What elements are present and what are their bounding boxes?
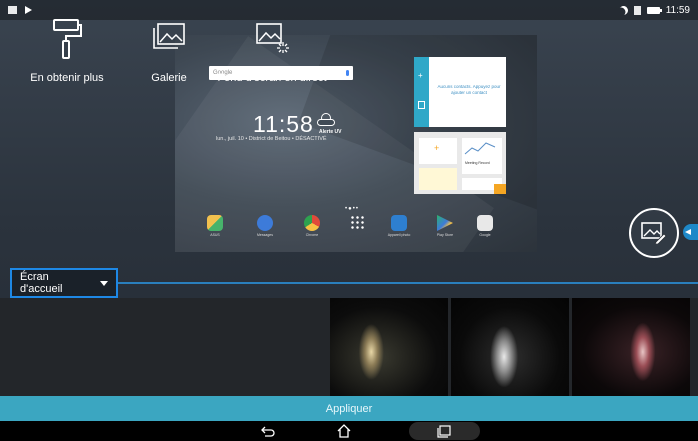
gallery-option[interactable]: Galerie xyxy=(139,0,199,98)
recent-apps-button[interactable] xyxy=(409,421,479,441)
status-time: 11:59 xyxy=(665,4,690,16)
wallpaper-picker-screen: 11:59 Google 11:58 Alerte UV lun., juil.… xyxy=(0,0,698,441)
contact-card-icon xyxy=(418,101,425,109)
app-messages: Messages xyxy=(250,215,280,237)
get-more-option[interactable]: En obtenir plus xyxy=(22,0,112,98)
do-not-disturb-icon xyxy=(617,4,629,16)
wallpaper-thumbnail-gold[interactable] xyxy=(330,298,448,396)
get-more-label: En obtenir plus xyxy=(30,72,104,84)
image-notification-icon xyxy=(8,6,17,14)
sim-icon xyxy=(633,5,641,15)
app-dock: ASUS Messages Chrome Appareil photo Play… xyxy=(200,215,500,247)
screen-target-dropdown[interactable]: Écran d'accueil xyxy=(10,268,118,298)
weather-alert: Alerte UV xyxy=(319,129,342,135)
gallery-icon xyxy=(153,23,185,49)
date-line: lun., juil. 10 • District de Beitou • DÉ… xyxy=(216,136,327,142)
app-play-store: Play Store xyxy=(430,215,460,237)
navigation-bar xyxy=(0,421,698,441)
live-wallpaper-label: Fond d'écran en direct xyxy=(217,72,327,84)
memo-title: Meeting Record xyxy=(465,161,490,165)
battery-icon xyxy=(646,6,662,14)
dropdown-label: Écran d'accueil xyxy=(20,271,63,295)
paint-roller-icon xyxy=(53,19,82,59)
contacts-widget: + Aucuns contacts. Appuyez pour ajouter … xyxy=(414,57,506,127)
contacts-widget-text: Aucuns contacts. Appuyez pour ajouter un… xyxy=(437,84,501,95)
add-icon: + xyxy=(418,71,423,80)
edit-wallpaper-button[interactable] xyxy=(629,208,679,258)
home-button[interactable] xyxy=(309,421,379,441)
recent-apps-icon xyxy=(437,424,451,438)
app-drawer-icon xyxy=(343,215,373,233)
back-button[interactable] xyxy=(233,421,303,441)
wallpaper-thumbnails xyxy=(330,298,698,396)
wallpaper-thumbnail-red[interactable] xyxy=(572,298,690,396)
clock-widget: 11:58 xyxy=(253,111,314,137)
weather-icon xyxy=(315,113,337,127)
chevron-down-icon xyxy=(100,280,108,286)
memo-fold-icon xyxy=(494,184,506,194)
memo-widget: + Meeting Record xyxy=(414,132,506,194)
app-asus: ASUS xyxy=(200,215,230,237)
apply-button[interactable]: Appliquer xyxy=(0,396,698,421)
gallery-label: Galerie xyxy=(151,72,187,84)
app-camera: Appareil photo xyxy=(384,215,414,237)
divider xyxy=(118,282,698,284)
side-panel-handle[interactable] xyxy=(683,224,698,240)
image-edit-icon xyxy=(641,222,667,244)
page-indicator: •●•• xyxy=(345,206,359,212)
back-icon xyxy=(261,426,275,437)
mic-icon xyxy=(346,70,349,76)
live-wallpaper-option[interactable]: Fond d'écran en direct xyxy=(213,0,331,98)
home-icon xyxy=(337,424,351,438)
app-chrome: Chrome xyxy=(297,215,327,237)
live-wallpaper-icon xyxy=(256,23,289,53)
wallpaper-thumbnail-silver[interactable] xyxy=(451,298,569,396)
app-google: Google xyxy=(470,215,500,237)
